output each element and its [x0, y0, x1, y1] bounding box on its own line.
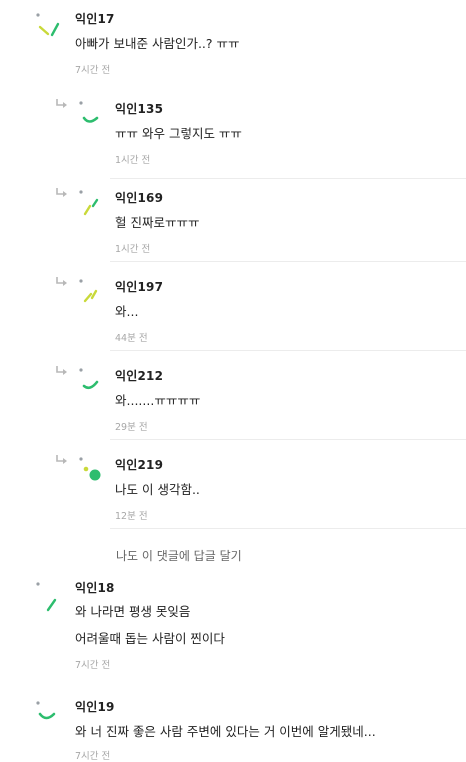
reply-arrow-icon: [56, 277, 67, 286]
reply-time: 44분 전: [115, 333, 148, 344]
divider: [110, 439, 466, 440]
avatar-icon: [36, 13, 60, 37]
reply-text: 와.......ㅠㅠㅠㅠ: [115, 393, 201, 408]
reply-author[interactable]: 익인219: [115, 456, 163, 473]
avatar-icon: [79, 457, 101, 481]
reply-text: 와...: [115, 304, 139, 319]
divider: [110, 528, 466, 529]
reply-arrow-icon: [56, 455, 67, 464]
avatar-icon: [79, 101, 99, 123]
comment-author[interactable]: 익인18: [75, 579, 115, 596]
avatar-icon: [79, 279, 98, 303]
reply-text: ㅠㅠ 와우 그렇지도 ㅠㅠ: [115, 126, 242, 141]
reply-arrow-icon: [56, 99, 67, 108]
divider: [110, 261, 466, 262]
comment-author[interactable]: 익인17: [75, 10, 115, 27]
reply-time: 1시간 전: [115, 155, 151, 166]
avatar-icon: [79, 368, 99, 390]
comment-text: 와 너 진짜 좋은 사람 주변에 있다는 거 이번에 알게됐네...: [75, 724, 376, 739]
comment-time: 7시간 전: [75, 660, 111, 671]
comment-time: 7시간 전: [75, 65, 111, 76]
avatar-icon: [36, 701, 56, 720]
reply-item: 익인169 헐 진짜로ㅠㅠㅠ 1시간 전: [0, 179, 466, 269]
comment-text: 와 나라면 평생 못잊음: [75, 604, 191, 619]
reply-arrow-icon: [56, 188, 67, 197]
write-reply-link[interactable]: 나도 이 댓글에 답글 달기: [116, 547, 242, 564]
reply-text: 나도 이 생각함..: [115, 482, 200, 497]
divider: [110, 350, 466, 351]
reply-author[interactable]: 익인135: [115, 100, 163, 117]
comment-text: 어려울때 돕는 사람이 찐이다: [75, 631, 225, 646]
comment-item: 익인17 아빠가 보내준 사람인가..? ㅠㅠ 7시간 전: [0, 0, 466, 90]
reply-time: 29분 전: [115, 422, 148, 433]
avatar-icon: [79, 190, 99, 216]
comment-item: 익인18 와 나라면 평생 못잊음 어려울때 돕는 사람이 찐이다 7시간 전: [0, 570, 466, 685]
reply-item: 익인135 ㅠㅠ 와우 그렇지도 ㅠㅠ 1시간 전: [0, 90, 466, 180]
reply-text: 헐 진짜로ㅠㅠㅠ: [115, 215, 200, 230]
reply-time: 12분 전: [115, 511, 148, 522]
reply-item: 익인212 와.......ㅠㅠㅠㅠ 29분 전: [0, 357, 466, 447]
reply-item: 익인219 나도 이 생각함.. 12분 전: [0, 446, 466, 536]
comment-item: 익인19 와 너 진짜 좋은 사람 주변에 있다는 거 이번에 알게됐네... …: [0, 688, 466, 762]
comment-text: 아빠가 보내준 사람인가..? ㅠㅠ: [75, 36, 240, 51]
reply-author[interactable]: 익인169: [115, 189, 163, 206]
reply-arrow-icon: [56, 366, 67, 375]
reply-author[interactable]: 익인197: [115, 278, 163, 295]
reply-time: 1시간 전: [115, 244, 151, 255]
reply-item: 익인197 와... 44분 전: [0, 268, 466, 358]
comment-author[interactable]: 익인19: [75, 698, 115, 715]
avatar-icon: [36, 582, 57, 612]
reply-author[interactable]: 익인212: [115, 367, 163, 384]
comment-time: 7시간 전: [75, 751, 111, 762]
